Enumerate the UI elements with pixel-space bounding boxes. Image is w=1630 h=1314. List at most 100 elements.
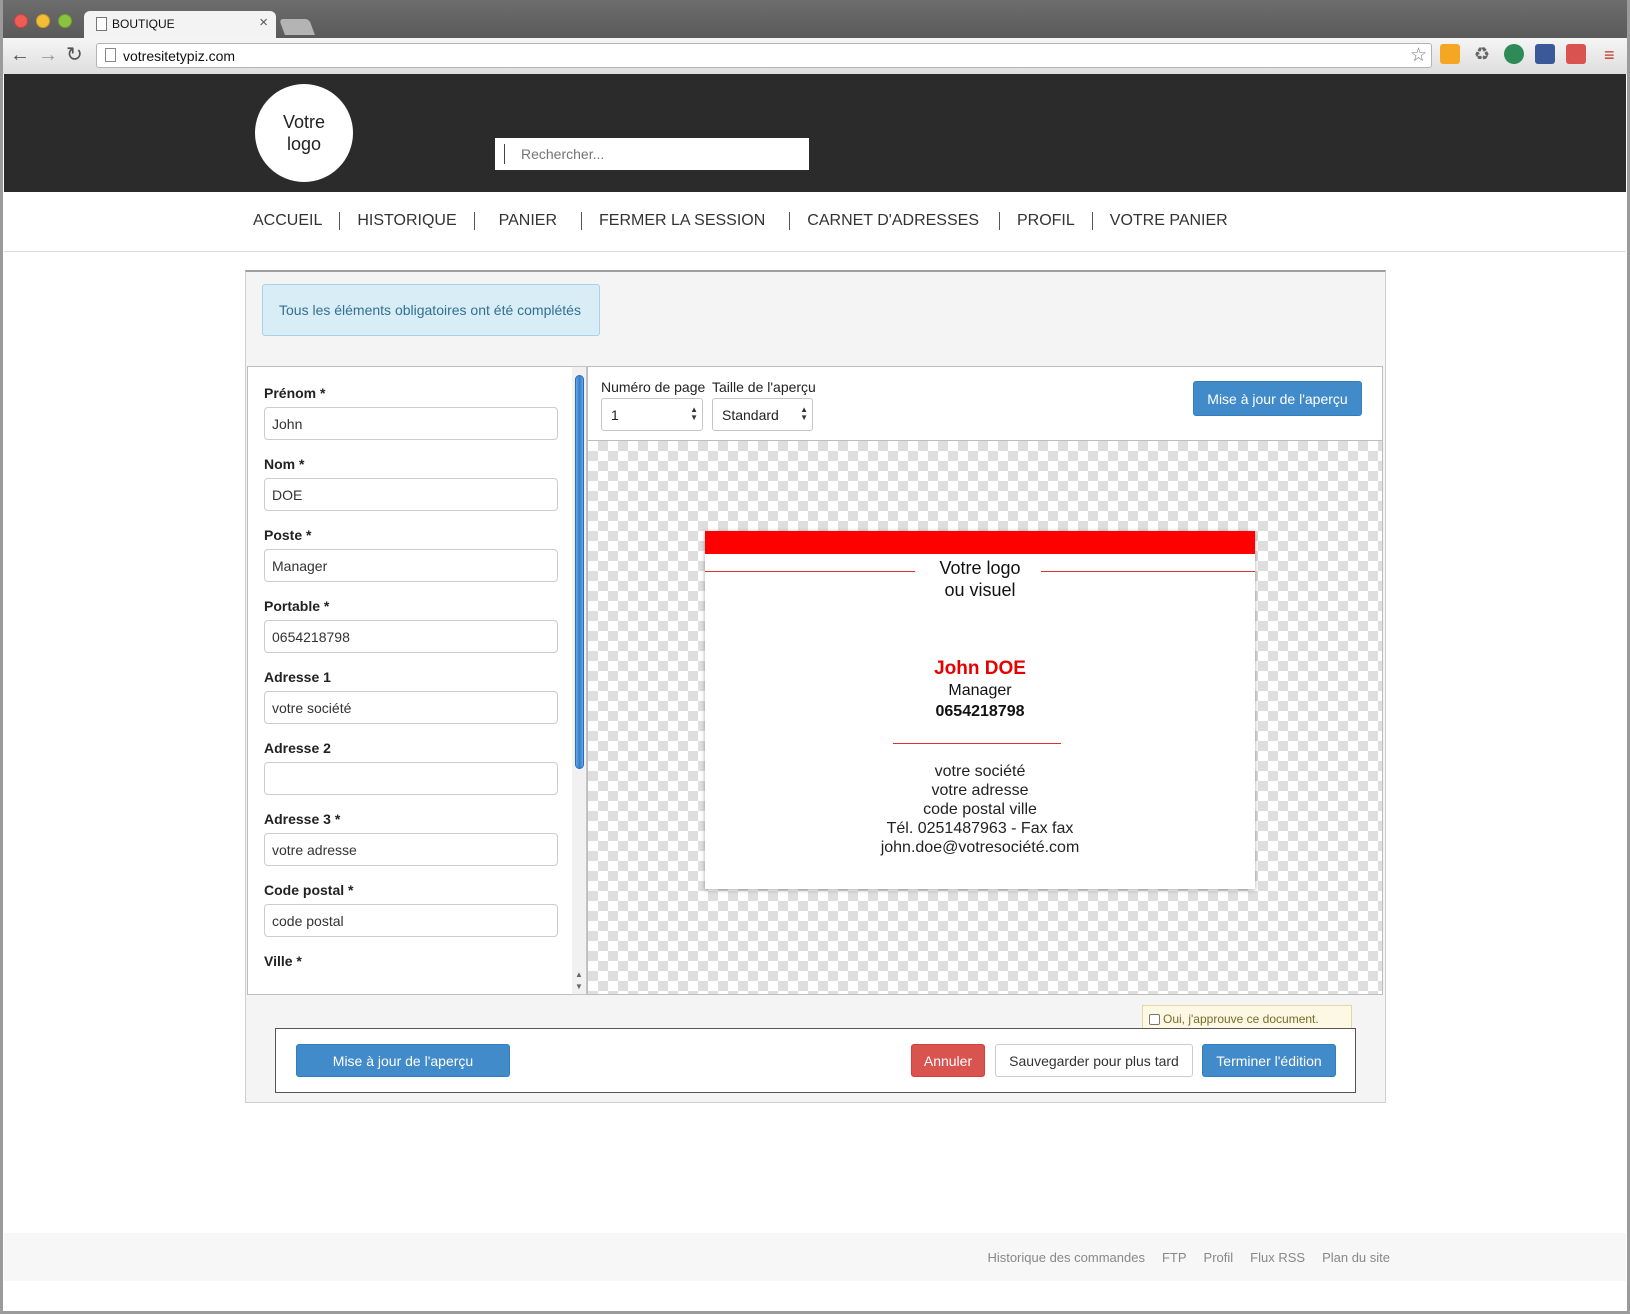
minimize-window-icon[interactable] xyxy=(36,14,50,28)
tab-bar: BOUTIQUE × xyxy=(0,0,1630,38)
footer-link-profil[interactable]: Profil xyxy=(1204,1250,1234,1265)
action-bar: Mise à jour de l'aperçu Annuler Sauvegar… xyxy=(275,1028,1356,1093)
scrollbar-thumb[interactable] xyxy=(575,375,584,769)
field-label-poste: Poste * xyxy=(264,527,312,543)
chart-extension-icon[interactable] xyxy=(1440,44,1460,64)
adresse-3-input[interactable] xyxy=(264,833,558,866)
logo-line-2: logo xyxy=(286,134,322,154)
card-top-band xyxy=(705,531,1255,554)
browser-chrome: BOUTIQUE × ← → ↻ votresitetypiz.com ☆ ♻ … xyxy=(0,0,1630,74)
preview-size-value: Standard xyxy=(722,407,779,423)
url-text[interactable]: votresitetypiz.com xyxy=(123,48,235,64)
page-number-value: 1 xyxy=(611,407,619,423)
field-label-nom: Nom * xyxy=(264,456,305,472)
main-navigation: ACCUEIL HISTORIQUE PANIER FERMER LA SESS… xyxy=(4,192,1626,252)
forward-icon[interactable]: → xyxy=(38,44,58,66)
address-bar[interactable]: votresitetypiz.com ☆ xyxy=(96,43,1432,68)
footer-link-ftp[interactable]: FTP xyxy=(1162,1250,1187,1265)
checkbox-icon[interactable] xyxy=(1149,1014,1160,1025)
nav-item-carnet-adresses[interactable]: CARNET D'ADRESSES xyxy=(790,212,1000,230)
new-extension-icon[interactable] xyxy=(1566,44,1586,64)
page-number-select[interactable]: 1 ▲ ▼ xyxy=(601,398,703,431)
form-column[interactable]: Prénom * Nom * Poste * Portable * Adress… xyxy=(247,366,573,995)
card-phone: 0654218798 xyxy=(935,703,1025,720)
browser-tab[interactable]: BOUTIQUE × xyxy=(84,11,276,38)
poste-input[interactable] xyxy=(264,549,558,582)
adresse-2-input[interactable] xyxy=(264,762,558,795)
footer-link-plan-du-site[interactable]: Plan du site xyxy=(1322,1250,1390,1265)
card-name: John DOE xyxy=(934,658,1026,679)
text-caret xyxy=(504,144,505,164)
card-address-line: votre adresse xyxy=(931,782,1029,799)
globe-extension-icon[interactable] xyxy=(1504,44,1524,64)
editor-panel: Tous les éléments obligatoires ont été c… xyxy=(245,270,1386,1103)
cancel-button[interactable]: Annuler xyxy=(911,1044,985,1077)
nav-item-panier[interactable]: PANIER xyxy=(475,212,583,230)
card-address-line: Tél. 0251487963 - Fax fax xyxy=(886,820,1074,837)
field-label-ville: Ville * xyxy=(264,953,302,969)
preview-size-label: Taille de l'aperçu xyxy=(712,379,816,395)
approve-label: Oui, j'approuve ce document. xyxy=(1163,1012,1319,1026)
portable-input[interactable] xyxy=(264,620,558,653)
maximize-window-icon[interactable] xyxy=(58,14,72,28)
preview-canvas: Votre logo ou visuel John DOE Manager 06… xyxy=(588,441,1382,994)
field-label-code-postal: Code postal * xyxy=(264,882,354,898)
menu-icon[interactable]: ≡ xyxy=(1604,44,1615,66)
search-input[interactable] xyxy=(495,138,809,170)
form-scrollbar[interactable]: ▲ ▼ xyxy=(572,366,587,995)
field-label-adresse-2: Adresse 2 xyxy=(264,740,331,756)
nom-input[interactable] xyxy=(264,478,558,511)
scroll-up-icon[interactable]: ▲ xyxy=(572,970,586,980)
prenom-input[interactable] xyxy=(264,407,558,440)
adresse-1-input[interactable] xyxy=(264,691,558,724)
field-label-adresse-1: Adresse 1 xyxy=(264,669,331,685)
field-label-portable: Portable * xyxy=(264,598,330,614)
page-icon xyxy=(96,17,107,31)
logo-line-1: Votre xyxy=(282,112,326,132)
card-address-line: john.doe@votresociété.com xyxy=(880,839,1080,856)
card-separator xyxy=(893,743,1061,744)
select-arrows-icon: ▲ ▼ xyxy=(800,405,808,422)
preview-toolbar: Numéro de page 1 ▲ ▼ Taille de l'aperçu S… xyxy=(588,367,1382,441)
site-logo[interactable]: Votre logo xyxy=(255,84,353,182)
field-label-prenom: Prénom * xyxy=(264,385,326,401)
back-icon[interactable]: ← xyxy=(10,44,30,66)
browser-toolbar: ← → ↻ votresitetypiz.com ☆ ♻ ≡ xyxy=(0,38,1630,74)
reload-icon[interactable]: ↻ xyxy=(66,44,83,66)
card-job-title: Manager xyxy=(948,682,1012,699)
field-label-adresse-3: Adresse 3 * xyxy=(264,811,341,827)
tab-title: BOUTIQUE xyxy=(112,17,175,31)
page-icon xyxy=(105,48,116,62)
site-footer: Historique des commandes FTP Profil Flux… xyxy=(4,1233,1626,1281)
preview-column: Numéro de page 1 ▲ ▼ Taille de l'aperçu S… xyxy=(587,366,1383,995)
update-preview-top-button[interactable]: Mise à jour de l'aperçu xyxy=(1193,381,1362,416)
finish-editing-button[interactable]: Terminer l'édition xyxy=(1202,1044,1336,1077)
fdvt-extension-icon[interactable] xyxy=(1535,44,1555,64)
scroll-down-icon[interactable]: ▼ xyxy=(572,982,586,992)
footer-link-historique[interactable]: Historique des commandes xyxy=(987,1250,1145,1265)
nav-item-accueil[interactable]: ACCUEIL xyxy=(239,212,341,230)
tab-close-icon[interactable]: × xyxy=(259,14,268,31)
code-postal-input[interactable] xyxy=(264,904,558,937)
preview-size-select[interactable]: Standard ▲ ▼ xyxy=(712,398,813,431)
update-preview-bottom-button[interactable]: Mise à jour de l'aperçu xyxy=(296,1044,510,1077)
nav-item-historique[interactable]: HISTORIQUE xyxy=(340,212,475,230)
star-icon[interactable]: ☆ xyxy=(1410,44,1427,67)
close-window-icon[interactable] xyxy=(14,14,28,28)
card-logo-line-2: ou visuel xyxy=(944,580,1016,600)
nav-item-profil[interactable]: PROFIL xyxy=(1000,212,1093,230)
card-address-line: code postal ville xyxy=(923,801,1037,818)
card-logo-line-1: Votre logo xyxy=(939,558,1021,578)
save-later-button[interactable]: Sauvegarder pour plus tard xyxy=(995,1044,1193,1077)
business-card-preview: Votre logo ou visuel John DOE Manager 06… xyxy=(705,531,1255,889)
select-arrows-icon: ▲ ▼ xyxy=(690,405,698,422)
footer-link-flux-rss[interactable]: Flux RSS xyxy=(1250,1250,1305,1265)
card-address-line: votre société xyxy=(934,763,1026,780)
site-header: Votre logo xyxy=(4,74,1626,192)
card-logo-placeholder: Votre logo ou visuel xyxy=(705,557,1255,601)
new-tab-button[interactable] xyxy=(279,19,315,35)
recycle-extension-icon[interactable]: ♻ xyxy=(1472,44,1492,64)
nav-item-fermer-session[interactable]: FERMER LA SESSION xyxy=(582,212,791,230)
nav-item-votre-panier[interactable]: VOTRE PANIER xyxy=(1093,212,1245,230)
success-alert: Tous les éléments obligatoires ont été c… xyxy=(262,284,600,336)
